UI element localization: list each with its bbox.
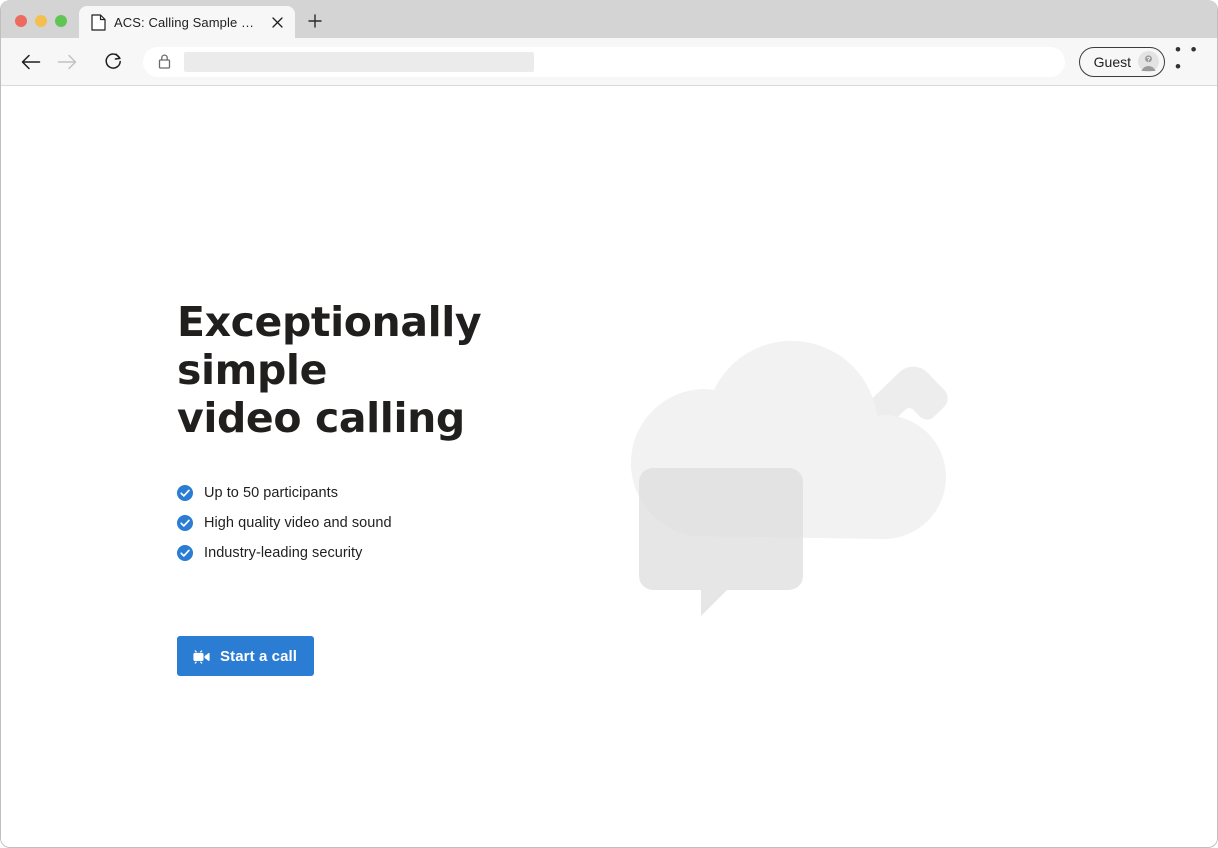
url-text[interactable] <box>184 51 534 72</box>
svg-text:?: ? <box>1146 56 1150 63</box>
start-a-call-label: Start a call <box>220 647 298 665</box>
list-item-label: Industry-leading security <box>204 545 363 561</box>
window-controls <box>1 15 79 38</box>
guest-avatar-icon: ? <box>1138 51 1159 72</box>
feature-list: Up to 50 participants High quality video… <box>177 484 557 562</box>
profile-label: Guest <box>1093 53 1131 70</box>
page-title: Exceptionally simple video calling <box>177 298 557 442</box>
tab-title: ACS: Calling Sample app <box>114 14 259 30</box>
maximize-window-button[interactable] <box>55 15 67 27</box>
close-window-button[interactable] <box>15 15 27 27</box>
new-tab-button[interactable] <box>301 7 329 35</box>
back-button[interactable] <box>15 46 47 78</box>
browser-toolbar: Guest ? • • • <box>1 38 1217 86</box>
start-a-call-button[interactable]: Start a call <box>177 636 315 676</box>
back-arrow-icon <box>21 54 41 69</box>
plus-icon <box>308 14 322 28</box>
forward-arrow-icon <box>57 54 77 69</box>
forward-button[interactable] <box>51 46 83 78</box>
list-item-label: High quality video and sound <box>204 515 392 531</box>
close-tab-button[interactable] <box>267 12 287 32</box>
list-item: Up to 50 participants <box>177 484 557 502</box>
browser-tab[interactable]: ACS: Calling Sample app <box>79 6 295 38</box>
browser-menu-button[interactable]: • • • <box>1175 41 1207 78</box>
tab-strip: ACS: Calling Sample app <box>1 0 1217 38</box>
browser-window: ACS: Calling Sample app Guest ? • • • Ex… <box>0 0 1218 848</box>
hero-section: Exceptionally simple video calling Up to… <box>177 298 557 676</box>
page-content: Exceptionally simple video calling Up to… <box>1 86 1217 846</box>
video-camera-icon <box>193 649 210 664</box>
cloud-chat-phone-illustration <box>630 340 948 616</box>
list-item-label: Up to 50 participants <box>204 485 339 501</box>
reload-button[interactable] <box>97 46 129 78</box>
chat-bubble-shape <box>639 468 803 616</box>
check-circle-icon <box>177 485 193 501</box>
page-title-line-2: video calling <box>177 394 465 442</box>
reload-icon <box>104 53 121 69</box>
list-item: High quality video and sound <box>177 514 557 532</box>
list-item: Industry-leading security <box>177 544 557 562</box>
lock-icon <box>158 54 171 69</box>
check-circle-icon <box>177 515 193 531</box>
page-title-line-1: Exceptionally simple <box>177 298 482 394</box>
profile-button[interactable]: Guest ? <box>1078 46 1165 77</box>
page-icon <box>91 13 106 31</box>
address-bar[interactable] <box>143 46 1065 77</box>
close-icon <box>271 16 283 28</box>
check-circle-icon <box>177 545 193 561</box>
minimize-window-button[interactable] <box>35 15 47 27</box>
